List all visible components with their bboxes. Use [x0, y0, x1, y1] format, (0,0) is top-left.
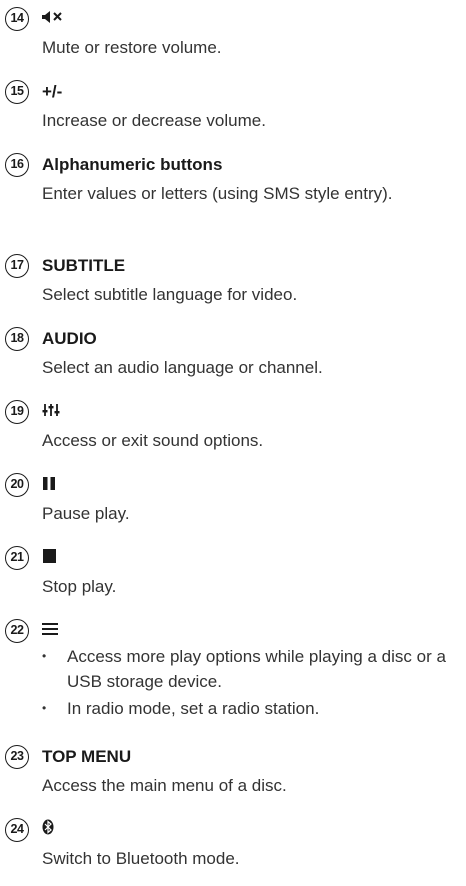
item-description: Mute or restore volume.: [42, 38, 222, 57]
item-icon-cell: [42, 818, 54, 842]
item-number: 17: [5, 254, 29, 278]
sound-options-icon: [42, 400, 60, 424]
item-icon-cell: [42, 546, 57, 570]
item-heading: SUBTITLE: [42, 256, 126, 275]
item-number: 19: [5, 400, 29, 424]
item-number: 21: [5, 546, 29, 570]
item-number: 22: [5, 619, 29, 643]
bullet-marker: •: [42, 701, 47, 715]
item-number: 23: [5, 745, 29, 769]
item-description: Increase or decrease volume.: [42, 111, 266, 130]
item-heading: +/-: [42, 82, 63, 101]
bullet-list: • Access more play options while playing …: [42, 644, 462, 723]
item-description: Pause play.: [42, 504, 130, 523]
item-icon-cell: [42, 7, 64, 31]
item-number: 15: [5, 80, 29, 104]
stop-icon: [42, 546, 57, 570]
bluetooth-icon: [42, 818, 54, 842]
item-icon-cell: [42, 473, 56, 497]
pause-icon: [42, 473, 56, 497]
item-heading: AUDIO: [42, 329, 97, 348]
bullet-text: Access more play options while playing a…: [67, 647, 446, 691]
item-heading: Alphanumeric buttons: [42, 155, 223, 174]
item-heading: TOP MENU: [42, 747, 132, 766]
item-description: Select subtitle language for video.: [42, 285, 298, 304]
item-description: Switch to Bluetooth mode.: [42, 849, 240, 868]
item-description: Select an audio language or channel.: [42, 358, 323, 377]
item-number: 18: [5, 327, 29, 351]
item-icon-cell: [42, 400, 60, 424]
bullet-text: In radio mode, set a radio station.: [67, 699, 320, 718]
item-number: 14: [5, 7, 29, 31]
item-number: 20: [5, 473, 29, 497]
item-number: 16: [5, 153, 29, 177]
bullet-marker: •: [42, 649, 47, 663]
options-menu-icon: [42, 619, 58, 643]
item-icon-cell: [42, 619, 58, 643]
bullet-item: • In radio mode, set a radio station.: [42, 696, 462, 721]
item-description: Stop play.: [42, 577, 117, 596]
item-number: 24: [5, 818, 29, 842]
item-description: Access or exit sound options.: [42, 431, 264, 450]
manual-page: 14 Mute or restore volume. 15 +/- Increa…: [0, 0, 466, 886]
bullet-item: • Access more play options while playing …: [42, 644, 462, 694]
item-description: Access the main menu of a disc.: [42, 776, 287, 795]
item-description: Enter values or letters (using SMS style…: [42, 184, 393, 203]
mute-icon: [42, 7, 64, 31]
